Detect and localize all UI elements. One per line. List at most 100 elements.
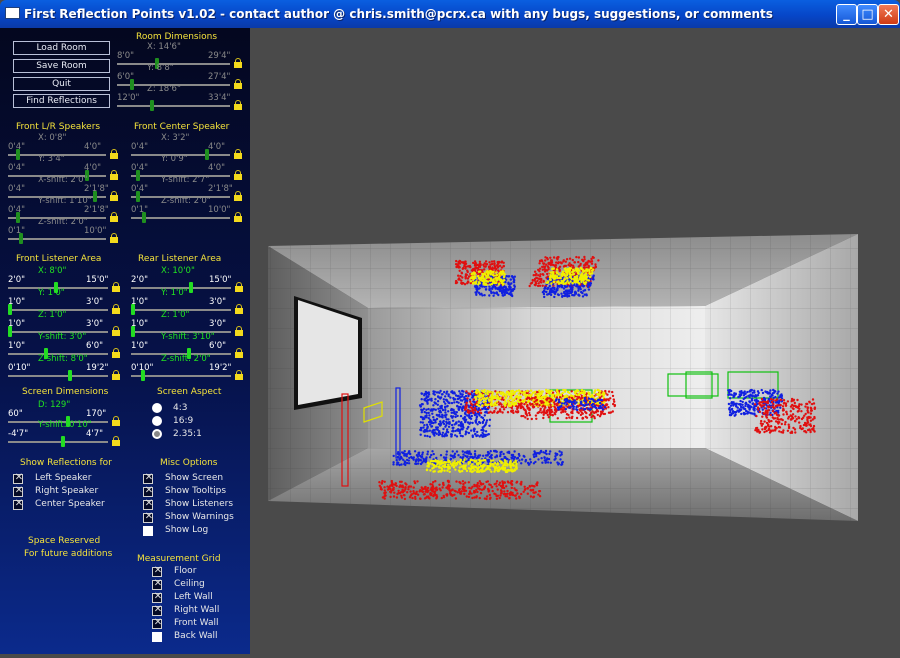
front_lr-slider-thumb[interactable] xyxy=(16,149,20,160)
front_center-slider-thumb[interactable] xyxy=(136,191,140,202)
lock-body xyxy=(234,83,242,89)
room-slider-thumb[interactable] xyxy=(150,100,154,111)
lock-icon[interactable] xyxy=(110,149,118,159)
check-x-icon: ✕ xyxy=(153,565,163,576)
front_listener-slider-label: Y: 1'0" xyxy=(38,288,65,298)
lock-icon[interactable] xyxy=(234,58,242,68)
screen_dims-slider-track[interactable] xyxy=(8,441,108,443)
lock-icon[interactable] xyxy=(235,304,243,314)
lock-icon[interactable] xyxy=(234,170,242,180)
rear_listener-slider-track[interactable] xyxy=(131,375,231,377)
front_lr-slider-thumb[interactable] xyxy=(16,212,20,223)
room-slider-thumb[interactable] xyxy=(130,79,134,90)
grid-checkbox[interactable]: ✕ xyxy=(152,604,162,616)
misc-checkbox[interactable] xyxy=(143,526,153,536)
grid-checkbox-label: Left Wall xyxy=(174,592,213,602)
grid-checkbox[interactable] xyxy=(152,632,162,642)
front_listener-slider-thumb[interactable] xyxy=(8,326,12,337)
grid-checkbox-label: Back Wall xyxy=(174,631,218,641)
lock-icon[interactable] xyxy=(110,170,118,180)
lock-icon[interactable] xyxy=(112,348,120,358)
check-x-icon: ✕ xyxy=(153,617,163,628)
find-reflections-button[interactable]: Find Reflections xyxy=(13,94,110,108)
space-reserved-label: Space Reserved xyxy=(28,536,101,546)
lock-icon[interactable] xyxy=(235,282,243,292)
front_listener-slider-thumb[interactable] xyxy=(68,370,72,381)
lock-icon[interactable] xyxy=(110,233,118,243)
lock-body xyxy=(112,420,120,426)
rear_listener-slider-thumb[interactable] xyxy=(131,326,135,337)
lock-body xyxy=(110,216,118,222)
lock-icon[interactable] xyxy=(235,348,243,358)
front_center-slider-thumb[interactable] xyxy=(142,212,146,223)
maximize-button[interactable]: □ xyxy=(857,4,878,25)
misc-checkbox[interactable]: ✕ xyxy=(143,498,153,510)
front-listener-heading: Front Listener Area xyxy=(16,254,102,264)
lock-icon[interactable] xyxy=(112,370,120,380)
3d-room-viewport[interactable] xyxy=(250,28,900,654)
reflections-checkbox[interactable]: ✕ xyxy=(13,472,23,484)
room-slider-label: X: 14'6" xyxy=(147,42,181,52)
lock-icon[interactable] xyxy=(234,191,242,201)
misc-checkbox[interactable]: ✕ xyxy=(143,485,153,497)
rear_listener-slider-thumb[interactable] xyxy=(141,370,145,381)
front_lr-slider-min: 0'4" xyxy=(8,184,26,194)
check-x-icon: ✕ xyxy=(14,485,24,496)
front_listener-slider-label: Z-shift: 8'0" xyxy=(38,354,88,364)
room-slider-track[interactable] xyxy=(117,105,230,107)
front_listener-slider-max: 15'0" xyxy=(86,275,109,285)
front_lr-slider-thumb[interactable] xyxy=(19,233,23,244)
lock-icon[interactable] xyxy=(112,304,120,314)
close-button[interactable]: ✕ xyxy=(878,4,899,25)
rear_listener-slider-max: 3'0" xyxy=(209,319,227,329)
lock-icon[interactable] xyxy=(112,416,120,426)
rear_listener-slider-label: Y: 1'0" xyxy=(161,288,188,298)
lock-icon[interactable] xyxy=(112,436,120,446)
rear_listener-slider-thumb[interactable] xyxy=(189,282,193,293)
rear_listener-slider-max: 19'2" xyxy=(209,363,232,373)
front_lr-slider-thumb[interactable] xyxy=(93,191,97,202)
lock-icon[interactable] xyxy=(112,326,120,336)
lock-body xyxy=(112,330,120,336)
front_center-slider-thumb[interactable] xyxy=(136,170,140,181)
front_center-slider-label: Y-shift: 2'7" xyxy=(161,175,210,185)
reflections-checkbox[interactable]: ✕ xyxy=(13,485,24,497)
lock-icon[interactable] xyxy=(235,370,243,380)
misc-checkbox[interactable]: ✕ xyxy=(143,472,153,484)
front_center-slider-max: 4'0" xyxy=(208,142,226,152)
lock-icon[interactable] xyxy=(112,282,120,292)
screen-dimensions-heading: Screen Dimensions xyxy=(22,387,109,397)
grid-checkbox[interactable]: ✕ xyxy=(152,565,163,577)
front_center-slider-thumb[interactable] xyxy=(205,149,209,160)
load-room-button[interactable]: Load Room xyxy=(13,41,110,55)
minimize-button[interactable]: _ xyxy=(836,4,857,25)
front_listener-slider-thumb[interactable] xyxy=(8,304,12,315)
room-slider-max: 29'4" xyxy=(208,51,231,61)
grid-checkbox[interactable]: ✕ xyxy=(152,591,162,603)
room-slider-max: 33'4" xyxy=(208,93,231,103)
screen_dims-slider-thumb[interactable] xyxy=(61,436,65,447)
aspect-radio[interactable] xyxy=(152,403,162,413)
misc-checkbox[interactable]: ✕ xyxy=(143,511,153,523)
title-bar[interactable]: First Reflection Points v1.02 - contact … xyxy=(0,0,900,28)
lock-icon[interactable] xyxy=(110,212,118,222)
misc-checkbox-label: Show Listeners xyxy=(165,499,234,509)
lock-icon[interactable] xyxy=(234,79,242,89)
front_lr-slider-max: 2'1'8" xyxy=(84,205,109,215)
lock-icon[interactable] xyxy=(234,149,242,159)
misc-checkbox-label: Show Tooltips xyxy=(165,486,227,496)
quit-button[interactable]: Quit xyxy=(13,77,110,91)
lock-icon[interactable] xyxy=(234,100,242,110)
lock-icon[interactable] xyxy=(235,326,243,336)
reflections-checkbox[interactable]: ✕ xyxy=(13,498,23,510)
front_listener-slider-label: Y-shift: 3'0" xyxy=(38,332,87,342)
lock-icon[interactable] xyxy=(110,191,118,201)
aspect-radio[interactable] xyxy=(152,416,162,426)
grid-checkbox[interactable]: ✕ xyxy=(152,578,162,590)
lock-icon[interactable] xyxy=(234,212,242,222)
front_listener-slider-track[interactable] xyxy=(8,375,108,377)
save-room-button[interactable]: Save Room xyxy=(13,59,110,73)
rear_listener-slider-thumb[interactable] xyxy=(131,304,135,315)
aspect-radio[interactable] xyxy=(152,429,162,439)
grid-checkbox[interactable]: ✕ xyxy=(152,617,163,629)
